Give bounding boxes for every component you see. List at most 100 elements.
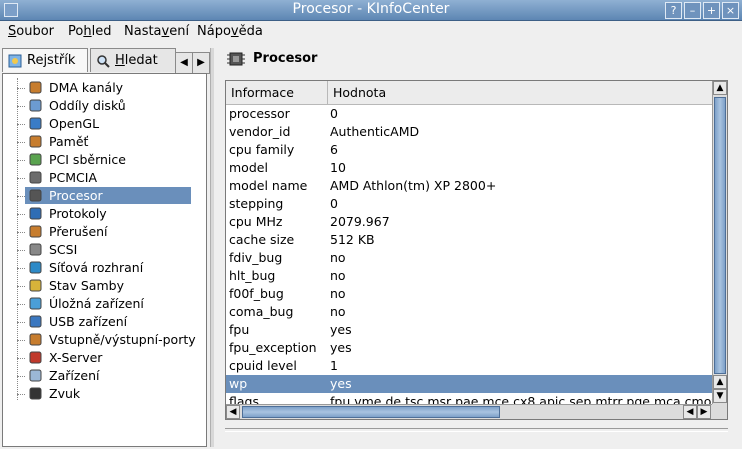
tree-connector bbox=[17, 196, 25, 197]
tree-item-storage[interactable]: Úložná zařízení bbox=[25, 295, 191, 312]
tree-item-label: Stav Samby bbox=[49, 278, 124, 293]
table-row[interactable]: f00f_bug no bbox=[226, 285, 713, 303]
menu-settings[interactable]: Nastavení bbox=[124, 24, 189, 39]
cell-value: no bbox=[330, 304, 346, 319]
protocols-icon bbox=[29, 207, 42, 220]
table-row[interactable]: model name AMD Athlon(tm) XP 2800+ bbox=[226, 177, 713, 195]
table-row[interactable]: fdiv_bug no bbox=[226, 249, 713, 267]
memory-icon bbox=[29, 135, 42, 148]
maximize-icon[interactable]: + bbox=[703, 2, 720, 19]
table-row[interactable]: processor 0 bbox=[226, 105, 713, 123]
close-icon[interactable]: × bbox=[722, 2, 739, 19]
scroll-up-button-lower[interactable]: ▲ bbox=[713, 375, 727, 389]
tab-scroll-right-button[interactable]: ▶ bbox=[192, 52, 210, 74]
table-row[interactable]: cache size 512 KB bbox=[226, 231, 713, 249]
scroll-left-button-right[interactable]: ◀ bbox=[683, 405, 697, 419]
table-row[interactable]: cpuid level 1 bbox=[226, 357, 713, 375]
cell-value: yes bbox=[330, 340, 352, 355]
table-row[interactable]: stepping 0 bbox=[226, 195, 713, 213]
tree-item-interrupts[interactable]: Přerušení bbox=[25, 223, 191, 240]
cell-info: processor bbox=[229, 106, 290, 121]
menu-view[interactable]: Pohled bbox=[68, 24, 111, 39]
column-header-info[interactable]: Informace bbox=[226, 81, 328, 105]
tree-item-sound[interactable]: Zvuk bbox=[25, 385, 191, 402]
tree-item-cpu[interactable]: Procesor bbox=[25, 187, 191, 204]
cell-info: model name bbox=[229, 178, 308, 193]
cell-value: 10 bbox=[330, 160, 346, 175]
tree-item-scsi[interactable]: SCSI bbox=[25, 241, 191, 258]
table-row[interactable]: hlt_bug no bbox=[226, 267, 713, 285]
tree-item-memory[interactable]: Paměť bbox=[25, 133, 191, 150]
tree-item-usb[interactable]: USB zařízení bbox=[25, 313, 191, 330]
cell-info: stepping bbox=[229, 196, 284, 211]
column-header-value[interactable]: Hodnota bbox=[328, 81, 713, 105]
tree-item-dma[interactable]: DMA kanály bbox=[25, 79, 191, 96]
table-row[interactable]: wp yes bbox=[226, 375, 713, 393]
cell-info: fpu bbox=[229, 322, 250, 337]
vertical-scrollbar[interactable]: ▲ ▲ ▼ bbox=[712, 81, 727, 404]
tree-item-devices[interactable]: Zařízení bbox=[25, 367, 191, 384]
pci-icon bbox=[29, 153, 42, 166]
module-tree[interactable]: DMA kanály Oddíly disků OpenGL Paměť PCI sbě… bbox=[2, 73, 207, 447]
cell-value: 6 bbox=[330, 142, 338, 157]
tree-item-label: DMA kanály bbox=[49, 80, 124, 95]
tree-item-samba[interactable]: Stav Samby bbox=[25, 277, 191, 294]
vertical-scroll-thumb[interactable] bbox=[714, 97, 726, 374]
scroll-right-button[interactable]: ▶ bbox=[697, 405, 711, 419]
network-icon bbox=[29, 261, 42, 274]
tree-item-pcmcia[interactable]: PCMCIA bbox=[25, 169, 191, 186]
title-bar[interactable]: Procesor - KInfoCenter ? – + × bbox=[0, 0, 742, 21]
cell-info: model bbox=[229, 160, 268, 175]
tree-connector bbox=[17, 304, 25, 305]
splitter-handle[interactable] bbox=[210, 48, 214, 447]
minimize-icon[interactable]: – bbox=[684, 2, 701, 19]
tree-connector bbox=[17, 358, 25, 359]
tree-item-label: Síťová rozhraní bbox=[49, 260, 144, 275]
tab-registry[interactable]: Rejstřík bbox=[2, 48, 88, 72]
tree-item-label: OpenGL bbox=[49, 116, 100, 131]
tree-item-protocols[interactable]: Protokoly bbox=[25, 205, 191, 222]
table-row[interactable]: fpu yes bbox=[226, 321, 713, 339]
table-row[interactable]: cpu family 6 bbox=[226, 141, 713, 159]
tree-item-label: Přerušení bbox=[49, 224, 108, 239]
tree-item-opengl[interactable]: OpenGL bbox=[25, 115, 191, 132]
horizontal-scrollbar[interactable]: ◀ ◀ ▶ bbox=[226, 404, 713, 419]
tree-item-label: SCSI bbox=[49, 242, 78, 257]
tab-search[interactable]: Hledat bbox=[90, 48, 176, 72]
storage-icon bbox=[29, 297, 42, 310]
table-row[interactable]: model 10 bbox=[226, 159, 713, 177]
partitions-icon bbox=[29, 99, 42, 112]
horizontal-scroll-thumb[interactable] bbox=[242, 406, 500, 418]
table-row[interactable]: vendor_id AuthenticAMD bbox=[226, 123, 713, 141]
tree-connector bbox=[17, 340, 25, 341]
cell-value: no bbox=[330, 250, 346, 265]
cpu-icon bbox=[227, 52, 245, 66]
info-table[interactable]: Informace Hodnota processor 0 vendor_id Aut… bbox=[225, 80, 728, 420]
tree-item-xserver[interactable]: X-Server bbox=[25, 349, 191, 366]
dma-icon bbox=[29, 81, 42, 94]
table-row[interactable]: fpu_exception yes bbox=[226, 339, 713, 357]
tree-item-network[interactable]: Síťová rozhraní bbox=[25, 259, 191, 276]
menu-help[interactable]: Nápověda bbox=[197, 24, 263, 39]
tree-connector bbox=[17, 88, 25, 89]
cell-info: fpu_exception bbox=[229, 340, 317, 355]
tree-item-label: Oddíly disků bbox=[49, 98, 126, 113]
table-row[interactable]: cpu MHz 2079.967 bbox=[226, 213, 713, 231]
tree-item-partitions[interactable]: Oddíly disků bbox=[25, 97, 191, 114]
menu-file[interactable]: Soubor bbox=[8, 24, 54, 39]
tree-item-pci[interactable]: PCI sběrnice bbox=[25, 151, 191, 168]
tree-item-io-ports[interactable]: Vstupně/výstupní-porty bbox=[25, 331, 196, 348]
scsi-icon bbox=[29, 243, 42, 256]
tree-connector bbox=[17, 268, 25, 269]
tree-item-label: Úložná zařízení bbox=[49, 296, 144, 311]
scroll-left-button[interactable]: ◀ bbox=[226, 405, 240, 419]
scroll-up-button[interactable]: ▲ bbox=[713, 81, 727, 95]
tab-search-label: Hledat bbox=[115, 53, 158, 68]
tree-connector bbox=[17, 78, 19, 400]
table-row[interactable]: coma_bug no bbox=[226, 303, 713, 321]
help-icon[interactable]: ? bbox=[665, 2, 682, 19]
tree-item-label: PCI sběrnice bbox=[49, 152, 126, 167]
tab-scroll-left-button[interactable]: ◀ bbox=[175, 52, 193, 74]
scroll-down-button[interactable]: ▼ bbox=[713, 389, 727, 403]
cell-info: hlt_bug bbox=[229, 268, 276, 283]
